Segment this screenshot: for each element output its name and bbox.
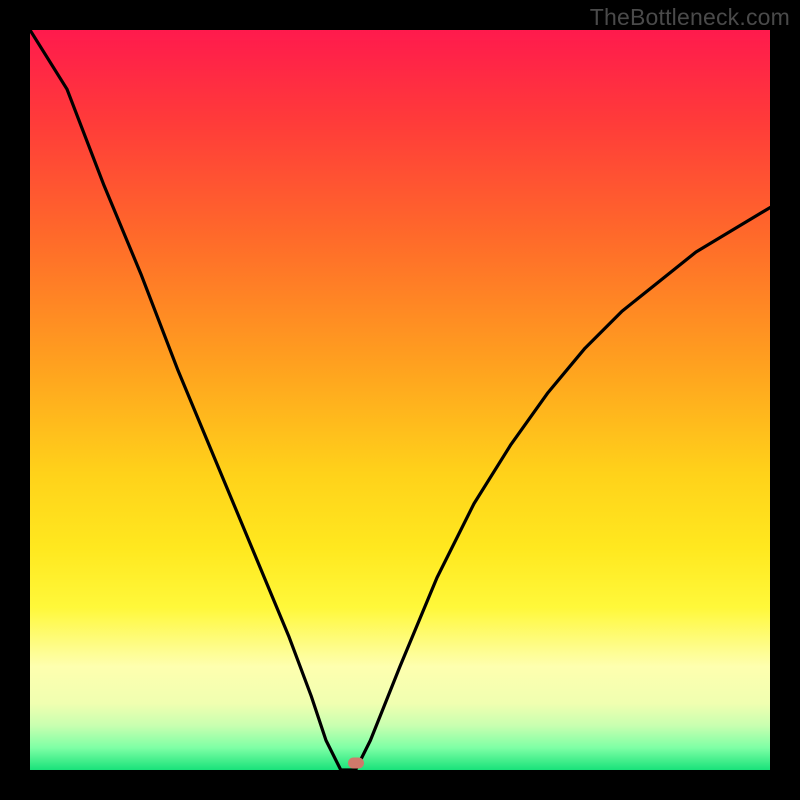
chart-frame: TheBottleneck.com [0, 0, 800, 800]
curve-svg [30, 30, 770, 770]
optimum-marker [348, 757, 364, 768]
watermark-text: TheBottleneck.com [590, 4, 790, 31]
curve-path [30, 30, 770, 770]
chart-plot-area [30, 30, 770, 770]
